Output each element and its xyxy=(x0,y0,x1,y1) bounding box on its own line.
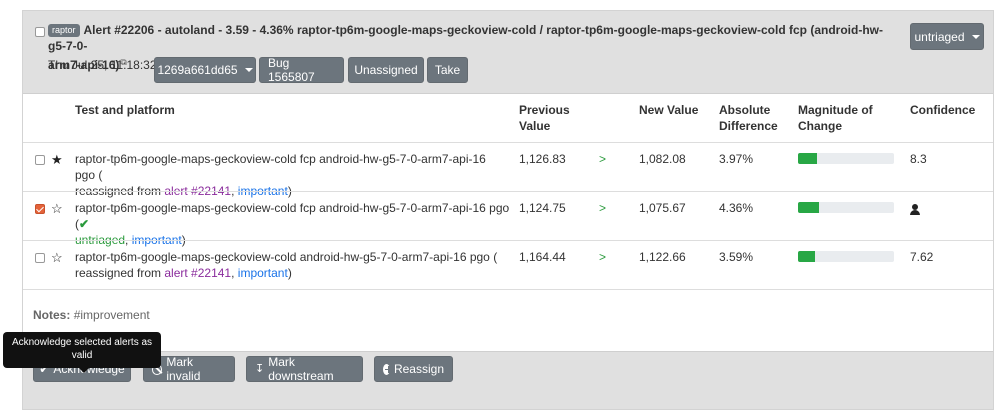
reassign-button[interactable]: Reassign xyxy=(374,356,453,382)
closing-paren: ) xyxy=(287,266,292,280)
separator: , xyxy=(231,266,238,280)
mark-invalid-label: Mark invalid xyxy=(166,355,201,383)
magnitude-bar xyxy=(798,251,894,262)
star-filled-icon[interactable]: ★ xyxy=(51,153,63,167)
notes: Notes: #improvement xyxy=(33,308,150,322)
caret-down-icon xyxy=(244,68,253,72)
previous-value: 1,126.83 xyxy=(519,152,566,166)
column-header-confidence: Confidence xyxy=(910,103,976,117)
divider xyxy=(23,289,993,290)
direction-arrow: > xyxy=(599,152,607,166)
plus-circle-icon xyxy=(383,363,392,375)
magnitude-fill xyxy=(798,202,820,213)
bug-button[interactable]: Bug 1565807 xyxy=(259,56,344,84)
status-dropdown-button[interactable]: untriaged xyxy=(910,23,984,50)
column-header-test: Test and platform xyxy=(75,103,175,117)
magnitude-fill xyxy=(798,251,816,262)
acknowledge-tooltip: Acknowledge selected alerts as valid xyxy=(3,332,161,373)
reassign-label: Reassign xyxy=(393,362,444,376)
alert-select-checkbox[interactable] xyxy=(35,27,45,37)
alert-date: Thu Jul 25, 11:18:32 xyxy=(48,58,157,72)
column-header-new-value: New Value xyxy=(639,103,699,117)
alert-header: raptor Alert #22206 - autoland - 3.59 - 4… xyxy=(23,11,993,94)
check-icon: ✔ xyxy=(79,217,90,231)
magnitude-fill xyxy=(798,153,818,164)
alert-summary-card: raptor Alert #22206 - autoland - 3.59 - 4… xyxy=(22,10,994,410)
confidence-value: 8.3 xyxy=(910,152,927,166)
direction-arrow: > xyxy=(599,201,607,215)
revision-label: 1269a661dd65 xyxy=(157,63,238,77)
row-select-checkbox[interactable] xyxy=(35,253,45,263)
absolute-difference: 3.97% xyxy=(719,152,754,166)
important-link[interactable]: important xyxy=(238,266,288,280)
test-platform-cell: raptor-tp6m-google-maps-geckoview-cold a… xyxy=(75,249,505,281)
alert-title-text[interactable]: Alert #22206 - autoland - 3.59 - 4.36% r… xyxy=(48,23,883,53)
table-row: ☆ raptor-tp6m-google-maps-geckoview-cold… xyxy=(23,240,993,289)
table-row: ★ raptor-tp6m-google-maps-geckoview-cold… xyxy=(23,142,993,198)
take-label: Take xyxy=(434,63,461,77)
framework-tag: raptor xyxy=(48,24,80,37)
column-header-magnitude: Magnitude of Change xyxy=(798,103,873,133)
assignee-button[interactable]: Unassigned xyxy=(348,57,424,83)
mark-downstream-label: Mark downstream xyxy=(268,355,334,383)
test-name: raptor-tp6m-google-maps-geckoview-cold f… xyxy=(75,152,486,182)
previous-value: 1,124.75 xyxy=(519,201,566,215)
notes-text[interactable]: #improvement xyxy=(74,308,150,322)
new-value: 1,075.67 xyxy=(639,201,686,215)
column-header-absolute: Absolute Difference xyxy=(719,103,778,133)
assignee-label: Unassigned xyxy=(354,63,418,77)
direction-arrow: > xyxy=(599,250,607,264)
confidence-value: 7.62 xyxy=(910,250,934,264)
star-outline-icon[interactable]: ☆ xyxy=(51,202,63,216)
arrow-down-icon: ↧ xyxy=(255,362,265,375)
star-outline-icon[interactable]: ☆ xyxy=(51,251,63,265)
test-name: raptor-tp6m-google-maps-geckoview-cold f… xyxy=(75,201,510,231)
reassigned-text: reassigned from xyxy=(75,266,165,280)
previous-value: 1,164.44 xyxy=(519,250,566,264)
table-row: ☆ raptor-tp6m-google-maps-geckoview-cold… xyxy=(23,191,993,247)
new-value: 1,122.66 xyxy=(639,250,686,264)
caret-down-icon xyxy=(971,34,980,39)
magnitude-bar xyxy=(798,202,894,213)
notes-label: Notes: xyxy=(33,308,71,322)
new-value: 1,082.08 xyxy=(639,152,686,166)
revision-dropdown-button[interactable]: 1269a661dd65 xyxy=(154,57,256,83)
test-name: raptor-tp6m-google-maps-geckoview-cold a… xyxy=(75,250,498,264)
status-label: untriaged xyxy=(914,29,965,44)
bug-label: Bug 1565807 xyxy=(268,56,315,84)
column-header-previous: Previous Value xyxy=(519,103,570,133)
magnitude-bar xyxy=(798,153,894,164)
row-select-checkbox[interactable] xyxy=(35,204,45,214)
alert-link[interactable]: alert #22141 xyxy=(164,266,231,280)
mark-downstream-button[interactable]: ↧ Mark downstream xyxy=(246,355,363,383)
absolute-difference: 4.36% xyxy=(719,201,754,215)
person-icon xyxy=(910,204,920,216)
take-button[interactable]: Take xyxy=(427,57,468,83)
absolute-difference: 3.59% xyxy=(719,250,754,264)
row-select-checkbox[interactable] xyxy=(35,155,45,165)
